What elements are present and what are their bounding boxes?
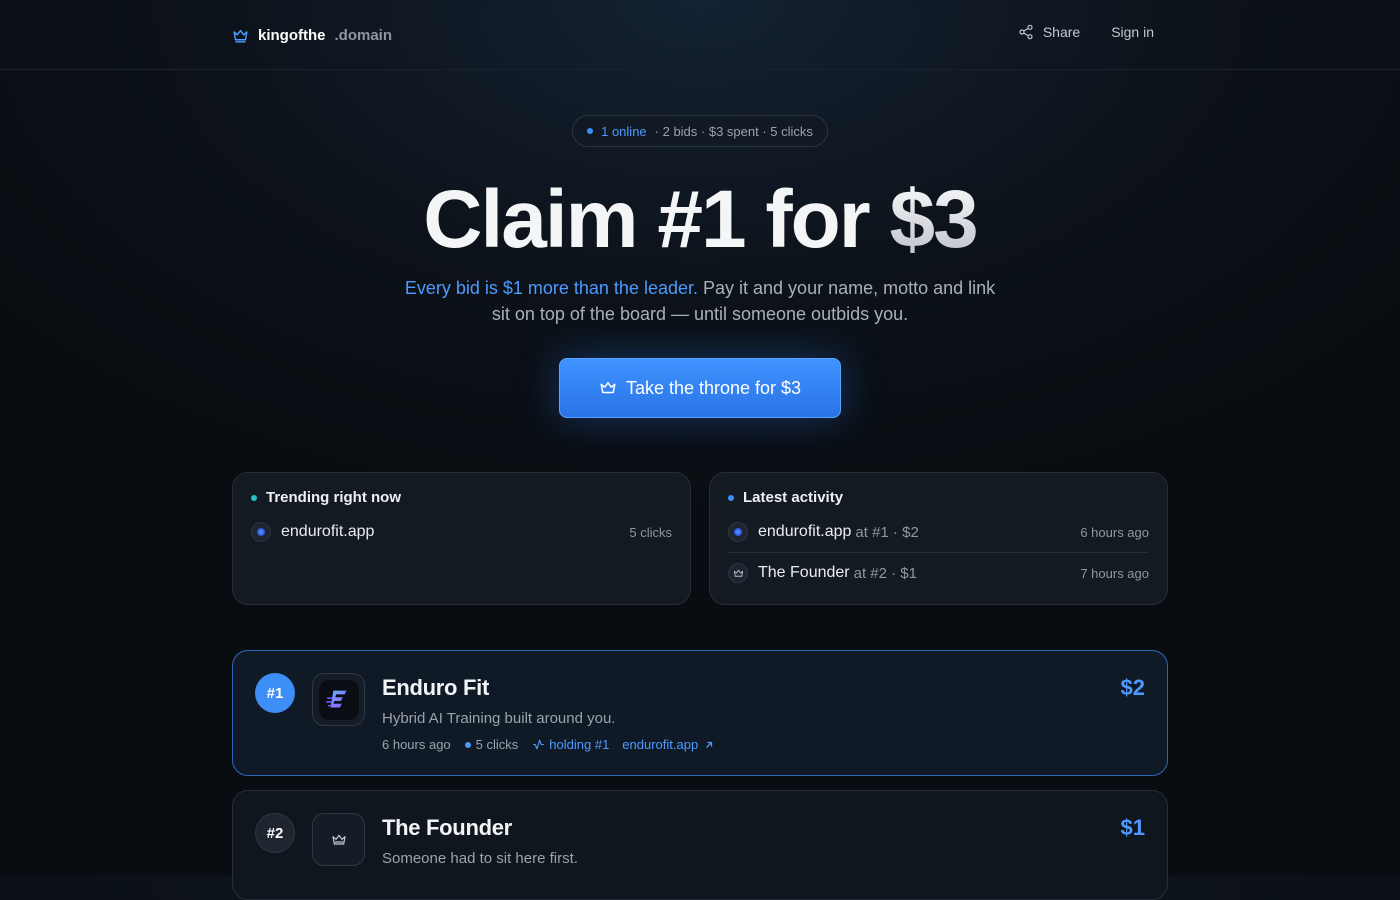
activity-card: Latest activity endurofit.app at #1 · $2… (709, 472, 1168, 605)
stats-pill: 1 online · 2 bids · $3 spent · 5 clicks (572, 115, 828, 147)
crown-icon (233, 29, 248, 43)
activity-header: Latest activity (728, 489, 843, 506)
hero-title-price: $3 (889, 174, 978, 265)
trending-dot (251, 494, 257, 501)
holding-status: holding #1 (532, 737, 609, 752)
clicks-dot (464, 741, 471, 748)
trending-item-clicks: 5 clicks (629, 524, 672, 540)
hero-subtitle: Every bid is $1 more than the leader. Pa… (400, 275, 1000, 327)
entry-title: The Founder (382, 815, 512, 840)
take-throne-button[interactable]: Take the throne for $3 (559, 358, 841, 418)
activity-item-name: The Founder (758, 564, 850, 581)
trending-header: Trending right now (251, 489, 401, 506)
activity-item[interactable]: endurofit.app at #1 · $2 6 hours ago (728, 513, 1149, 551)
rank-badge: #2 (255, 813, 295, 853)
entry-link-label: endurofit.app (622, 737, 699, 752)
brand-name: kingofthe (258, 26, 326, 44)
crown-icon (728, 563, 748, 583)
share-label: Share (1042, 24, 1081, 40)
activity-item-detail: at #1 · $2 (855, 523, 919, 541)
brand-logo[interactable]: kingofthe .domain (232, 24, 392, 46)
endurofit-avatar-icon (251, 522, 271, 542)
activity-divider (728, 552, 1149, 553)
stats-summary: · 2 bids · $3 spent · 5 clicks (654, 123, 813, 139)
top-bar: kingofthe .domain Share Sign in (0, 0, 1400, 70)
activity-item-time: 7 hours ago (1080, 565, 1149, 581)
entry-time: 6 hours ago (382, 737, 451, 752)
endurofit-logo-icon (312, 673, 365, 726)
entry-title: Enduro Fit (382, 675, 489, 700)
activity-item[interactable]: The Founder at #2 · $1 7 hours ago (728, 554, 1149, 592)
leaderboard-entry-1[interactable]: #1 Enduro Fit Hybrid AI Training built a… (232, 650, 1168, 776)
entry-meta: 6 hours ago 5 clicks holding #1 endurofi… (382, 737, 714, 752)
online-dot (587, 128, 594, 134)
crown-icon (600, 382, 616, 394)
endurofit-avatar-icon (728, 522, 748, 542)
hero-subtitle-highlight: Every bid is $1 more than the leader. (404, 278, 698, 298)
entry-motto: Someone had to sit here first. (382, 850, 578, 867)
trending-item-name: endurofit.app (281, 523, 375, 540)
activity-item-detail: at #2 · $1 (853, 564, 917, 582)
share-icon (1019, 24, 1033, 40)
entry-link[interactable]: endurofit.app (622, 737, 714, 752)
online-count: 1 online (601, 123, 647, 139)
entry-price: $2 (1120, 675, 1145, 700)
entry-motto: Hybrid AI Training built around you. (382, 710, 616, 727)
entry-price: $1 (1120, 815, 1145, 840)
trending-item[interactable]: endurofit.app 5 clicks (251, 513, 672, 551)
activity-pulse-icon (533, 739, 545, 750)
activity-item-time: 6 hours ago (1080, 524, 1149, 540)
holding-label: holding #1 (549, 737, 610, 752)
entry-clicks: 5 clicks (475, 737, 519, 752)
leaderboard-entry-2[interactable]: #2 The Founder Someone had to sit here f… (232, 790, 1168, 900)
trending-title: Trending right now (266, 489, 401, 506)
take-throne-label: Take the throne for $3 (625, 377, 802, 398)
activity-item-name: endurofit.app (758, 523, 852, 540)
brand-tld: .domain (334, 26, 393, 44)
hero-title-main: Claim #1 for (423, 174, 890, 265)
activity-title: Latest activity (743, 489, 844, 506)
sign-in-link[interactable]: Sign in (1111, 24, 1154, 40)
share-button[interactable]: Share (1018, 24, 1080, 40)
crown-icon (312, 813, 365, 866)
trending-card: Trending right now endurofit.app 5 click… (232, 472, 691, 605)
external-link-icon (706, 741, 713, 748)
rank-badge: #1 (255, 673, 295, 713)
hero-title: Claim #1 for $3 (0, 172, 1400, 268)
activity-dot (728, 494, 734, 501)
header-nav: Share Sign in (1018, 24, 1154, 40)
